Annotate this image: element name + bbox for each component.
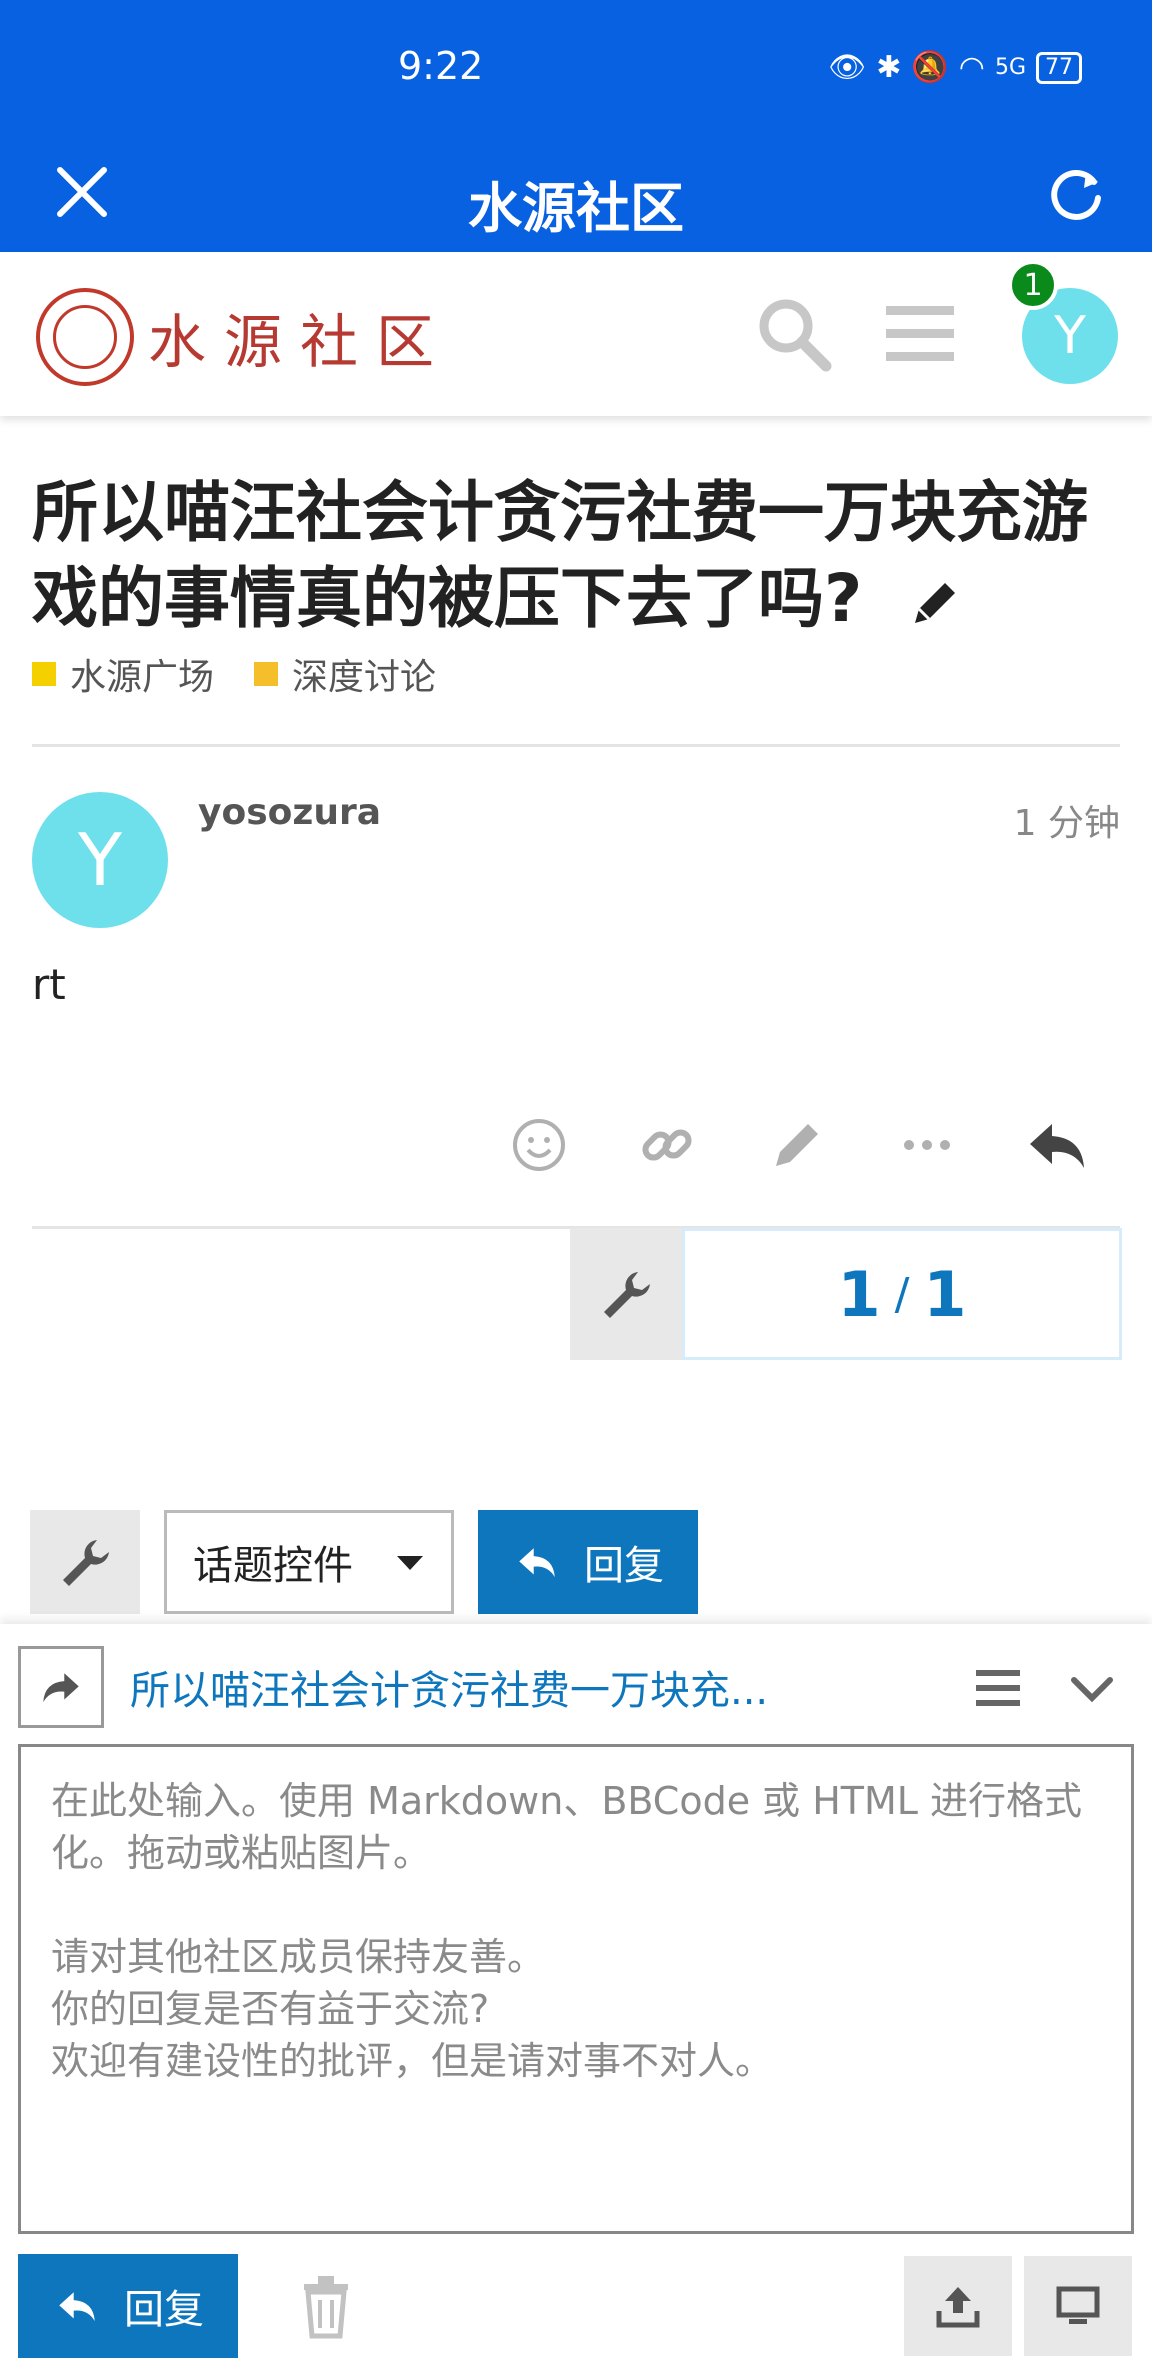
progress-total: 1: [923, 1257, 967, 1331]
category-color-swatch: [32, 662, 56, 686]
topic-title: 所以喵汪社会计贪污社费一万块充游戏的事情真的被压下去了吗?: [32, 470, 1132, 642]
logo-text: 水源社区: [148, 308, 453, 376]
topic-categories: 水源广场 深度讨论: [32, 648, 436, 700]
hamburger-menu-icon[interactable]: [878, 292, 962, 376]
post-avatar[interactable]: Y: [32, 792, 168, 928]
topic-controls-label: 话题控件: [193, 1543, 353, 1589]
post-username[interactable]: yosozura: [198, 792, 381, 833]
app-bar: 水源社区: [0, 134, 1152, 252]
refresh-icon[interactable]: [1044, 162, 1108, 226]
composer-topic-title[interactable]: 所以喵汪社会计贪污社费一万块充...: [130, 1658, 850, 1716]
battery-icon: 77: [1036, 51, 1082, 84]
progress-indicator[interactable]: 1 / 1: [682, 1228, 1122, 1360]
status-time: 9:22: [398, 44, 484, 88]
reply-button-label: 回复: [584, 1543, 664, 1589]
share-arrow-icon: [43, 1673, 79, 1703]
app-title: 水源社区: [468, 177, 684, 240]
composer-menu-icon[interactable]: [968, 1658, 1028, 1718]
category-badge[interactable]: 深度讨论: [254, 648, 436, 700]
caret-down-icon: [397, 1556, 423, 1570]
signal-icon: 5G: [994, 55, 1026, 80]
bluetooth-icon: ✱: [876, 50, 902, 85]
topic-footer-buttons: 话题控件 回复: [30, 1510, 698, 1614]
upload-icon: [936, 2287, 980, 2328]
category-color-swatch: [254, 662, 279, 686]
wifi-icon: ◠: [958, 50, 985, 85]
status-icons: 👁 ✱ 🔕 ◠ 5G 77: [828, 50, 1082, 85]
category-name: 深度讨论: [292, 657, 437, 698]
more-options-icon[interactable]: [892, 1110, 962, 1180]
toggle-preview-button[interactable]: [1024, 2256, 1132, 2356]
status-bar: 9:22 👁 ✱ 🔕 ◠ 5G 77: [0, 0, 1152, 134]
composer-reply-label: 回复: [124, 2287, 204, 2333]
mute-icon: 🔕: [911, 50, 949, 85]
emoji-reaction-icon[interactable]: [504, 1110, 574, 1180]
composer-header: 所以喵汪社会计贪污社费一万块充...: [18, 1646, 1134, 1728]
category-badge[interactable]: 水源广场: [32, 648, 214, 700]
category-name: 水源广场: [70, 657, 215, 698]
site-header: 水源社区 Y 1: [0, 252, 1152, 416]
edit-title-pencil-icon[interactable]: [905, 573, 965, 633]
composer-textarea[interactable]: 在此处输入。使用 Markdown、BBCode 或 HTML 进行格式化。拖动…: [18, 1744, 1134, 2234]
chevron-down-icon[interactable]: [1062, 1658, 1122, 1718]
trash-icon[interactable]: [290, 2270, 362, 2342]
progress-slash: /: [894, 1268, 910, 1320]
search-icon[interactable]: [752, 292, 836, 376]
progress-current: 1: [837, 1257, 881, 1331]
topic-reply-button[interactable]: 回复: [478, 1510, 698, 1614]
link-icon[interactable]: [632, 1110, 702, 1180]
topic-progress: 1 / 1: [570, 1228, 1122, 1360]
post-body: rt: [32, 960, 66, 1009]
upload-button[interactable]: [904, 2256, 1012, 2356]
notification-badge[interactable]: 1: [1008, 260, 1058, 310]
reply-arrow-icon: [519, 1548, 555, 1578]
desktop-preview-icon: [1056, 2286, 1100, 2324]
edit-pencil-icon[interactable]: [762, 1110, 832, 1180]
topic-admin-button[interactable]: [30, 1510, 140, 1614]
composer-reply-button[interactable]: 回复: [18, 2254, 238, 2358]
eye-icon: 👁: [828, 50, 867, 85]
reply-composer: 所以喵汪社会计贪污社费一万块充... 在此处输入。使用 Markdown、BBC…: [0, 1624, 1152, 2376]
wrench-icon: [604, 1272, 650, 1318]
reply-type-button[interactable]: [18, 1646, 104, 1728]
logo-seal-icon: [36, 288, 134, 386]
post-time[interactable]: 1 分钟: [1014, 794, 1120, 846]
wrench-icon: [63, 1540, 109, 1586]
reply-arrow-icon: [59, 2292, 95, 2322]
topic-controls-dropdown[interactable]: 话题控件: [164, 1510, 454, 1614]
site-logo[interactable]: 水源社区: [36, 288, 452, 386]
admin-wrench-button[interactable]: [570, 1228, 682, 1360]
reply-arrow-icon[interactable]: [1022, 1110, 1092, 1180]
divider: [32, 744, 1120, 747]
